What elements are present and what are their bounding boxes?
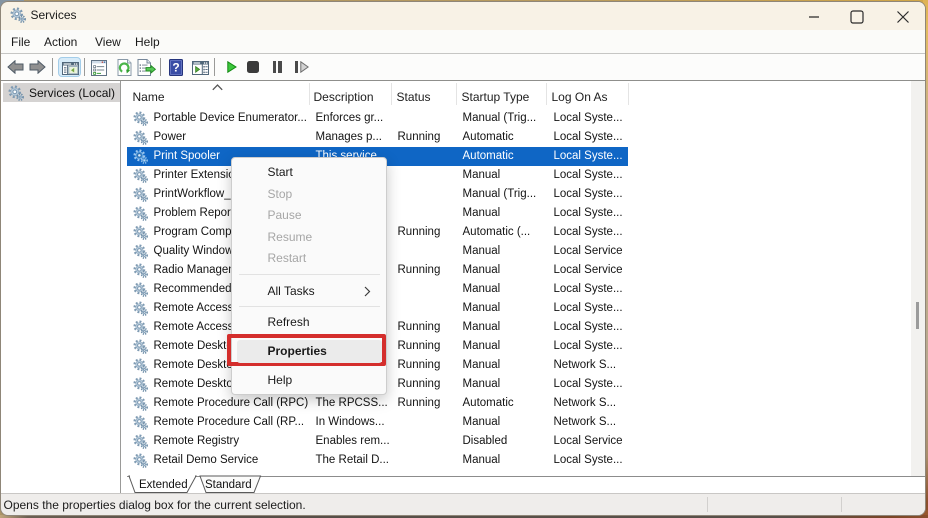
svg-text:Extended: Extended	[139, 479, 188, 491]
svg-text:?: ?	[172, 61, 179, 75]
svg-text:Standard: Standard	[205, 479, 252, 491]
